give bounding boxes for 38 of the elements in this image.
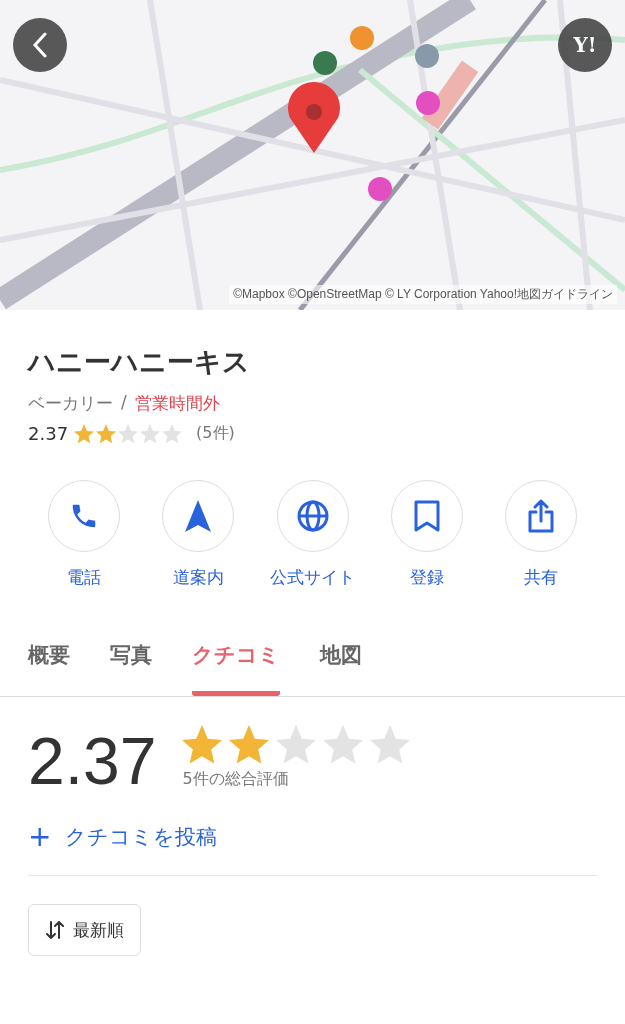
- star-icon: [74, 423, 95, 444]
- post-review-label: クチコミを投稿: [65, 824, 218, 851]
- tab[interactable]: 概要: [28, 641, 70, 696]
- star-icon: [182, 725, 223, 765]
- sort-button[interactable]: 最新順: [28, 904, 141, 956]
- action-button[interactable]: 道案内: [150, 480, 247, 589]
- plus-icon: +: [28, 823, 52, 851]
- action-button[interactable]: 共有: [493, 480, 589, 589]
- share-icon: [527, 499, 555, 533]
- star-icon: [276, 725, 317, 765]
- tab[interactable]: クチコミ: [192, 641, 280, 696]
- star-icon: [370, 725, 411, 765]
- separator: /: [121, 392, 127, 414]
- category: ベーカリー: [28, 392, 113, 415]
- action-button[interactable]: 電話: [36, 480, 132, 589]
- bookmark-icon: [413, 500, 440, 532]
- star-icon: [229, 725, 270, 765]
- open-status: 営業時間外: [134, 392, 220, 415]
- rating-caption: 5件の総合評価: [182, 769, 290, 790]
- action-button[interactable]: 登録: [378, 480, 475, 589]
- navigation-arrow-icon: [184, 499, 213, 533]
- post-review-link[interactable]: + クチコミを投稿: [28, 823, 218, 851]
- chevron-left-icon: [32, 32, 48, 58]
- rating-value: 2.37: [28, 423, 69, 444]
- star-icon: [323, 725, 364, 765]
- star-icon: [118, 423, 139, 444]
- sort-arrows-icon: [45, 921, 65, 939]
- map-attribution: ©Mapbox ©OpenStreetMap © LY Corporation Yahoo!地図ガイドライン: [229, 285, 617, 304]
- review-count: (5件): [196, 423, 235, 444]
- star-icon: [140, 423, 161, 444]
- star-icon: [96, 423, 117, 444]
- globe-icon: [296, 500, 329, 532]
- action-button[interactable]: 公式サイト: [264, 480, 361, 589]
- tab[interactable]: 写真: [110, 641, 152, 696]
- star-icon: [162, 423, 183, 444]
- tab[interactable]: 地図: [320, 641, 362, 696]
- average-rating: 2.37: [28, 723, 157, 800]
- place-name: ハニーハニーキス: [28, 345, 251, 379]
